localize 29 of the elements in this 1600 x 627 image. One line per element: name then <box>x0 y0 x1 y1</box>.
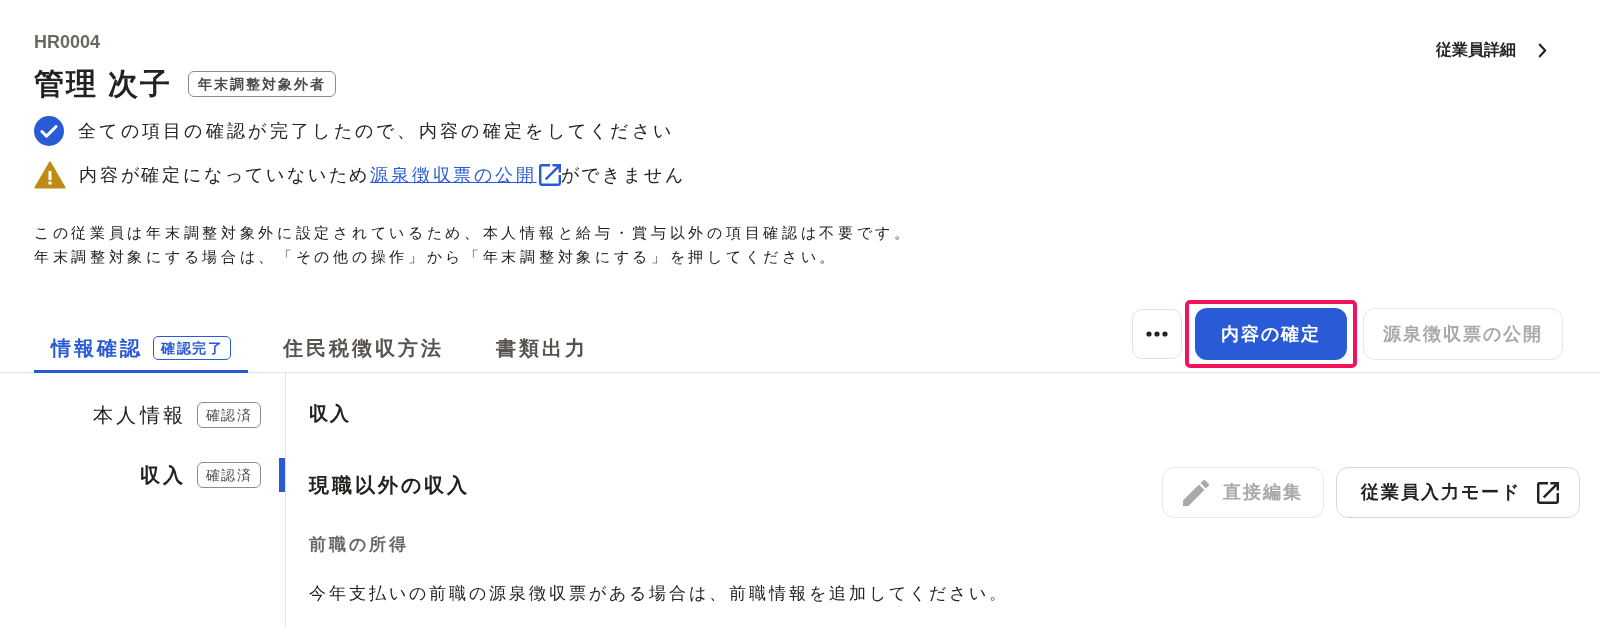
external-link-icon <box>1537 481 1559 504</box>
tab[interactable]: 情報確認 確認完了 <box>34 334 248 373</box>
tab[interactable]: 書類出力 <box>479 334 605 373</box>
employee-input-mode-button[interactable]: 従業員入力モード <box>1336 467 1580 518</box>
confirm-button[interactable]: 内容の確定 <box>1195 308 1347 360</box>
description-text: 年末調整対象にする場合は、「その他の操作」から「年末調整対象にする」を押してください。 <box>34 247 839 267</box>
status-badge: 確認済 <box>196 402 261 428</box>
warning-icon <box>34 161 66 189</box>
external-link-icon <box>538 164 561 186</box>
section-title: 現職以外の収入 <box>309 473 470 498</box>
more-button[interactable] <box>1132 309 1182 359</box>
pencil-icon <box>1183 479 1209 506</box>
employee-code: HR0004 <box>34 31 101 54</box>
section-text: 今年支払いの前職の源泉徴収票がある場合は、前職情報を追加してください。 <box>309 583 1009 605</box>
tab[interactable]: 住民税徴収方法 <box>266 334 461 373</box>
sidebar-item[interactable]: 収入 確認済 <box>0 458 285 492</box>
tab-status-badge: 確認完了 <box>153 336 231 360</box>
check-circle-icon <box>34 116 64 146</box>
chevron-right-icon <box>1538 42 1547 58</box>
employee-detail-link[interactable]: 従業員詳細 <box>1436 35 1547 65</box>
status-badge: 確認済 <box>196 462 261 488</box>
more-dots-icon <box>1146 331 1168 337</box>
content-title: 収入 <box>309 402 351 426</box>
description-text: この従業員は年末調整対象外に設定されているため、本人情報と給与・賞与以外の項目確認は不要です。 <box>34 223 913 243</box>
status-badge: 年末調整対象外者 <box>188 71 337 97</box>
sidebar-item[interactable]: 本人情報 確認済 <box>0 398 285 432</box>
subsection-title: 前職の所得 <box>309 534 409 556</box>
success-message: 全ての項目の確認が完了したので、内容の確定をしてください <box>78 120 675 143</box>
employee-name: 管理 次子 <box>34 66 173 102</box>
